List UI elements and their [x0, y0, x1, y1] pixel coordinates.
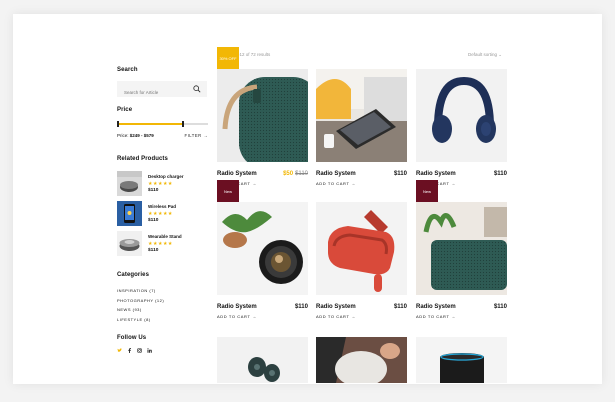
product-name[interactable]: Radio System [316, 171, 356, 177]
related-item-name: Wearable Stand [148, 234, 182, 239]
laptop-product-image [316, 69, 407, 162]
speaker-product-image [217, 69, 308, 162]
price-label: Price: [117, 133, 129, 138]
related-products-heading: Related Products [117, 156, 168, 162]
social-links [117, 348, 152, 353]
category-link[interactable]: PHOTOGRAPHY (12) [117, 298, 164, 303]
sorting-select[interactable]: Default sorting ⌄ [468, 52, 502, 58]
related-item-price: $110 [148, 218, 159, 223]
price-row: Price: $249 - $579 FILTER → [117, 133, 208, 138]
earbuds-product-image [217, 337, 308, 383]
product-price: $110 [493, 171, 507, 177]
portable-speaker-product-image [316, 337, 407, 383]
add-to-cart-label: ADD TO CART [316, 181, 350, 186]
search-box [117, 81, 207, 101]
category-link[interactable]: LIFESTYLE (8) [117, 317, 164, 322]
related-item-price: $110 [148, 248, 159, 253]
add-to-cart-label: ADD TO CART [316, 314, 350, 319]
sale-badge: 30% OFF [217, 47, 239, 69]
new-badge: New [416, 180, 438, 202]
arrow-right-icon: → [252, 181, 257, 186]
add-to-cart-button[interactable]: ADD TO CART → [217, 314, 257, 319]
rating-stars: ★★★★★ [148, 181, 173, 187]
related-item[interactable]: Wearable Stand ★★★★★ $110 [117, 231, 212, 257]
product-name[interactable]: Radio System [316, 304, 356, 310]
smart-speaker-product-image [416, 337, 507, 383]
product-name[interactable]: Radio System [217, 171, 257, 177]
rating-stars: ★★★★★ [148, 241, 173, 247]
search-input[interactable] [117, 84, 187, 101]
wearable-stand-thumb [117, 231, 142, 256]
lens-product-image [217, 202, 308, 295]
related-item[interactable]: Desktop charger ★★★★★ $110 [117, 171, 212, 197]
arrow-right-icon: → [351, 314, 356, 319]
chevron-down-icon: ⌄ [498, 52, 503, 57]
product-price: $110 [493, 304, 507, 310]
product-price: $50 $110 [283, 171, 308, 177]
related-item[interactable]: Wireless Pad ★★★★★ $110 [117, 201, 212, 227]
sorting-label: Default sorting [468, 52, 498, 57]
arrow-right-icon: → [252, 314, 257, 319]
category-link[interactable]: INSPIRATION (7) [117, 288, 164, 293]
price-range-slider[interactable] [117, 121, 208, 127]
twitter-icon[interactable] [117, 348, 122, 353]
product-name[interactable]: Radio System [416, 304, 456, 310]
instagram-icon[interactable] [137, 348, 142, 353]
related-item-price: $110 [148, 188, 159, 193]
product-price: $110 [393, 304, 407, 310]
wireless-pad-thumb [117, 201, 142, 226]
filter-button[interactable]: FILTER → [185, 133, 208, 138]
bluetooth-speaker-product-image [416, 202, 507, 295]
category-link[interactable]: NEWS (93) [117, 307, 164, 312]
add-to-cart-button[interactable]: ADD TO CART → [416, 314, 456, 319]
add-to-cart-button[interactable]: ADD TO CART → [316, 181, 356, 186]
add-to-cart-label: ADD TO CART [217, 314, 251, 319]
product-price: $110 [294, 304, 308, 310]
product-name[interactable]: Radio System [217, 304, 257, 310]
price-text: Price: $249 - $579 [117, 133, 154, 138]
shop-page: Search Price Price: $249 - $579 FILTER →… [13, 14, 602, 384]
add-to-cart-button[interactable]: ADD TO CART → [316, 314, 356, 319]
arrow-right-icon: → [451, 181, 456, 186]
product-name[interactable]: Radio System [416, 171, 456, 177]
arrow-right-icon: → [203, 133, 208, 138]
headphones-product-image [416, 69, 507, 162]
add-to-cart-label: ADD TO CART [416, 314, 450, 319]
price-max-handle[interactable] [181, 121, 184, 127]
old-price: $110 [295, 171, 308, 177]
price-range-value: $249 - $579 [129, 133, 154, 138]
related-item-name: Desktop charger [148, 174, 184, 179]
follow-heading: Follow Us [117, 335, 147, 341]
new-badge: New [217, 180, 239, 202]
facebook-icon[interactable] [127, 348, 132, 353]
price-min-handle[interactable] [117, 121, 119, 127]
product-price: $110 [393, 171, 407, 177]
linkedin-icon[interactable] [147, 348, 152, 353]
categories-heading: Categories [117, 272, 150, 278]
arrow-right-icon: → [351, 181, 356, 186]
related-item-name: Wireless Pad [148, 204, 176, 209]
price-range-fill [117, 123, 183, 125]
rating-stars: ★★★★★ [148, 211, 173, 217]
price-heading: Price [117, 107, 133, 113]
sale-price: $50 [283, 171, 294, 177]
filter-label: FILTER [184, 133, 202, 138]
search-icon[interactable] [193, 85, 201, 93]
search-heading: Search [117, 67, 138, 73]
arrow-right-icon: → [451, 314, 456, 319]
desktop-charger-thumb [117, 171, 142, 196]
category-list: INSPIRATION (7) PHOTOGRAPHY (12) NEWS (9… [117, 288, 164, 326]
vr-headset-product-image [316, 202, 407, 295]
